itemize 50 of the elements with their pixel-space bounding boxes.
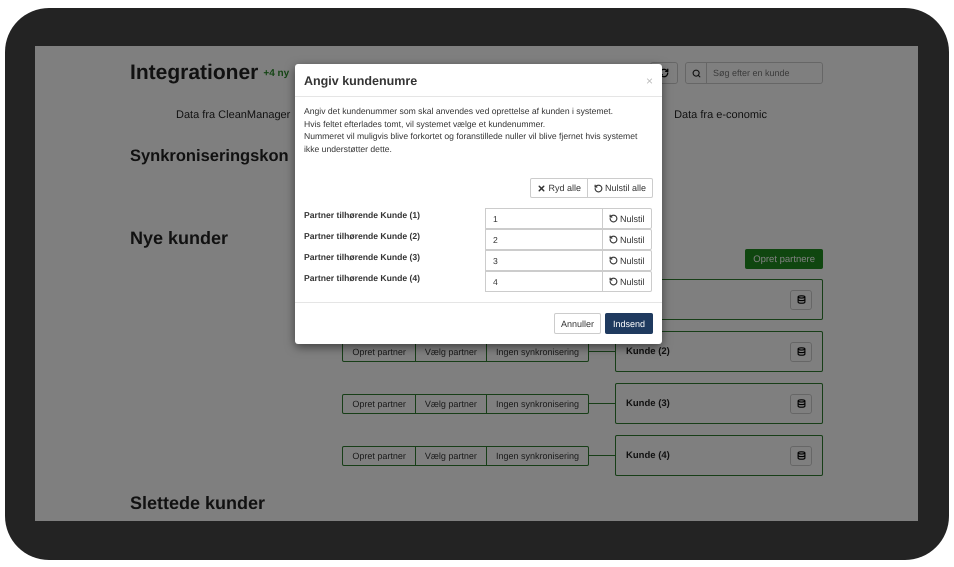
reset-button[interactable]: Nulstil bbox=[602, 229, 652, 250]
undo-icon bbox=[594, 184, 603, 192]
cancel-button[interactable]: Annuller bbox=[554, 313, 601, 334]
page-title: Integrationer bbox=[130, 61, 258, 85]
partner-action-button[interactable]: Vælg partner bbox=[414, 394, 487, 414]
reset-button[interactable]: Nulstil bbox=[602, 208, 652, 229]
customer-number-input[interactable]: 2 bbox=[485, 229, 603, 250]
modal-description: Angiv det kundenummer som skal anvendes ved oprettelse af kunden i systemet. Hvis feltet efterlades tomt, vil systemet vælge et kundenummer. Nummeret vil muligvis blive forkortet og foranstillede nuller vil blive fjernet hvis systemet ikke understøtter dette. bbox=[304, 105, 638, 155]
customer-name: Kunde (2) bbox=[626, 346, 670, 357]
database-button[interactable] bbox=[790, 290, 812, 310]
customer-name: Kunde (4) bbox=[626, 450, 670, 461]
reset-button[interactable]: Nulstil bbox=[602, 250, 652, 271]
undo-icon bbox=[609, 235, 618, 244]
database-icon bbox=[796, 347, 806, 356]
source-label: Data fra CleanManager bbox=[176, 109, 290, 121]
undo-icon bbox=[609, 214, 618, 223]
database-icon bbox=[796, 451, 806, 460]
customer-number-input[interactable]: 4 bbox=[485, 271, 603, 292]
reset-all-button[interactable]: Nulstil alle bbox=[586, 178, 653, 198]
database-button[interactable] bbox=[790, 446, 812, 466]
close-icon bbox=[537, 184, 546, 192]
database-button[interactable] bbox=[790, 394, 812, 414]
source-label: Data fra e-conomic bbox=[674, 109, 767, 121]
partner-action-button[interactable]: Ingen synkronisering bbox=[486, 446, 589, 466]
search-icon bbox=[692, 68, 700, 78]
partner-action-button[interactable]: Ingen synkronisering bbox=[486, 394, 589, 414]
partner-action-button[interactable]: Vælg partner bbox=[414, 446, 487, 466]
database-icon bbox=[796, 399, 806, 408]
partner-action-button[interactable]: Opret partner bbox=[342, 446, 416, 466]
field-label: Partner tilhørende Kunde (3) bbox=[304, 251, 422, 262]
submit-button[interactable]: Indsend bbox=[604, 313, 653, 334]
section-heading: Nye kunder bbox=[130, 227, 228, 249]
customer-number-input[interactable]: 1 bbox=[485, 208, 603, 229]
section-heading: Slettede kunder bbox=[130, 492, 266, 514]
section-heading: Synkroniseringskon bbox=[130, 146, 289, 167]
modal-title: Angiv kundenumre bbox=[304, 74, 418, 88]
clear-all-button[interactable]: Ryd alle bbox=[530, 178, 588, 198]
field-label: Partner tilhørende Kunde (4) bbox=[304, 272, 422, 283]
field-label: Partner tilhørende Kunde (1) bbox=[304, 209, 422, 220]
customer-name: Kunde (3) bbox=[626, 398, 670, 409]
database-button[interactable] bbox=[790, 342, 812, 362]
reset-button[interactable]: Nulstil bbox=[602, 271, 652, 292]
database-icon bbox=[796, 295, 806, 304]
customer-number-input[interactable]: 3 bbox=[485, 250, 603, 271]
partner-action-button[interactable]: Opret partner bbox=[342, 394, 416, 414]
search-field[interactable]: Søg efter en kunde bbox=[707, 62, 823, 84]
undo-icon bbox=[609, 277, 618, 286]
field-label: Partner tilhørende Kunde (2) bbox=[304, 230, 422, 241]
undo-icon bbox=[609, 256, 618, 265]
new-count-label: +4 ny bbox=[263, 68, 290, 78]
